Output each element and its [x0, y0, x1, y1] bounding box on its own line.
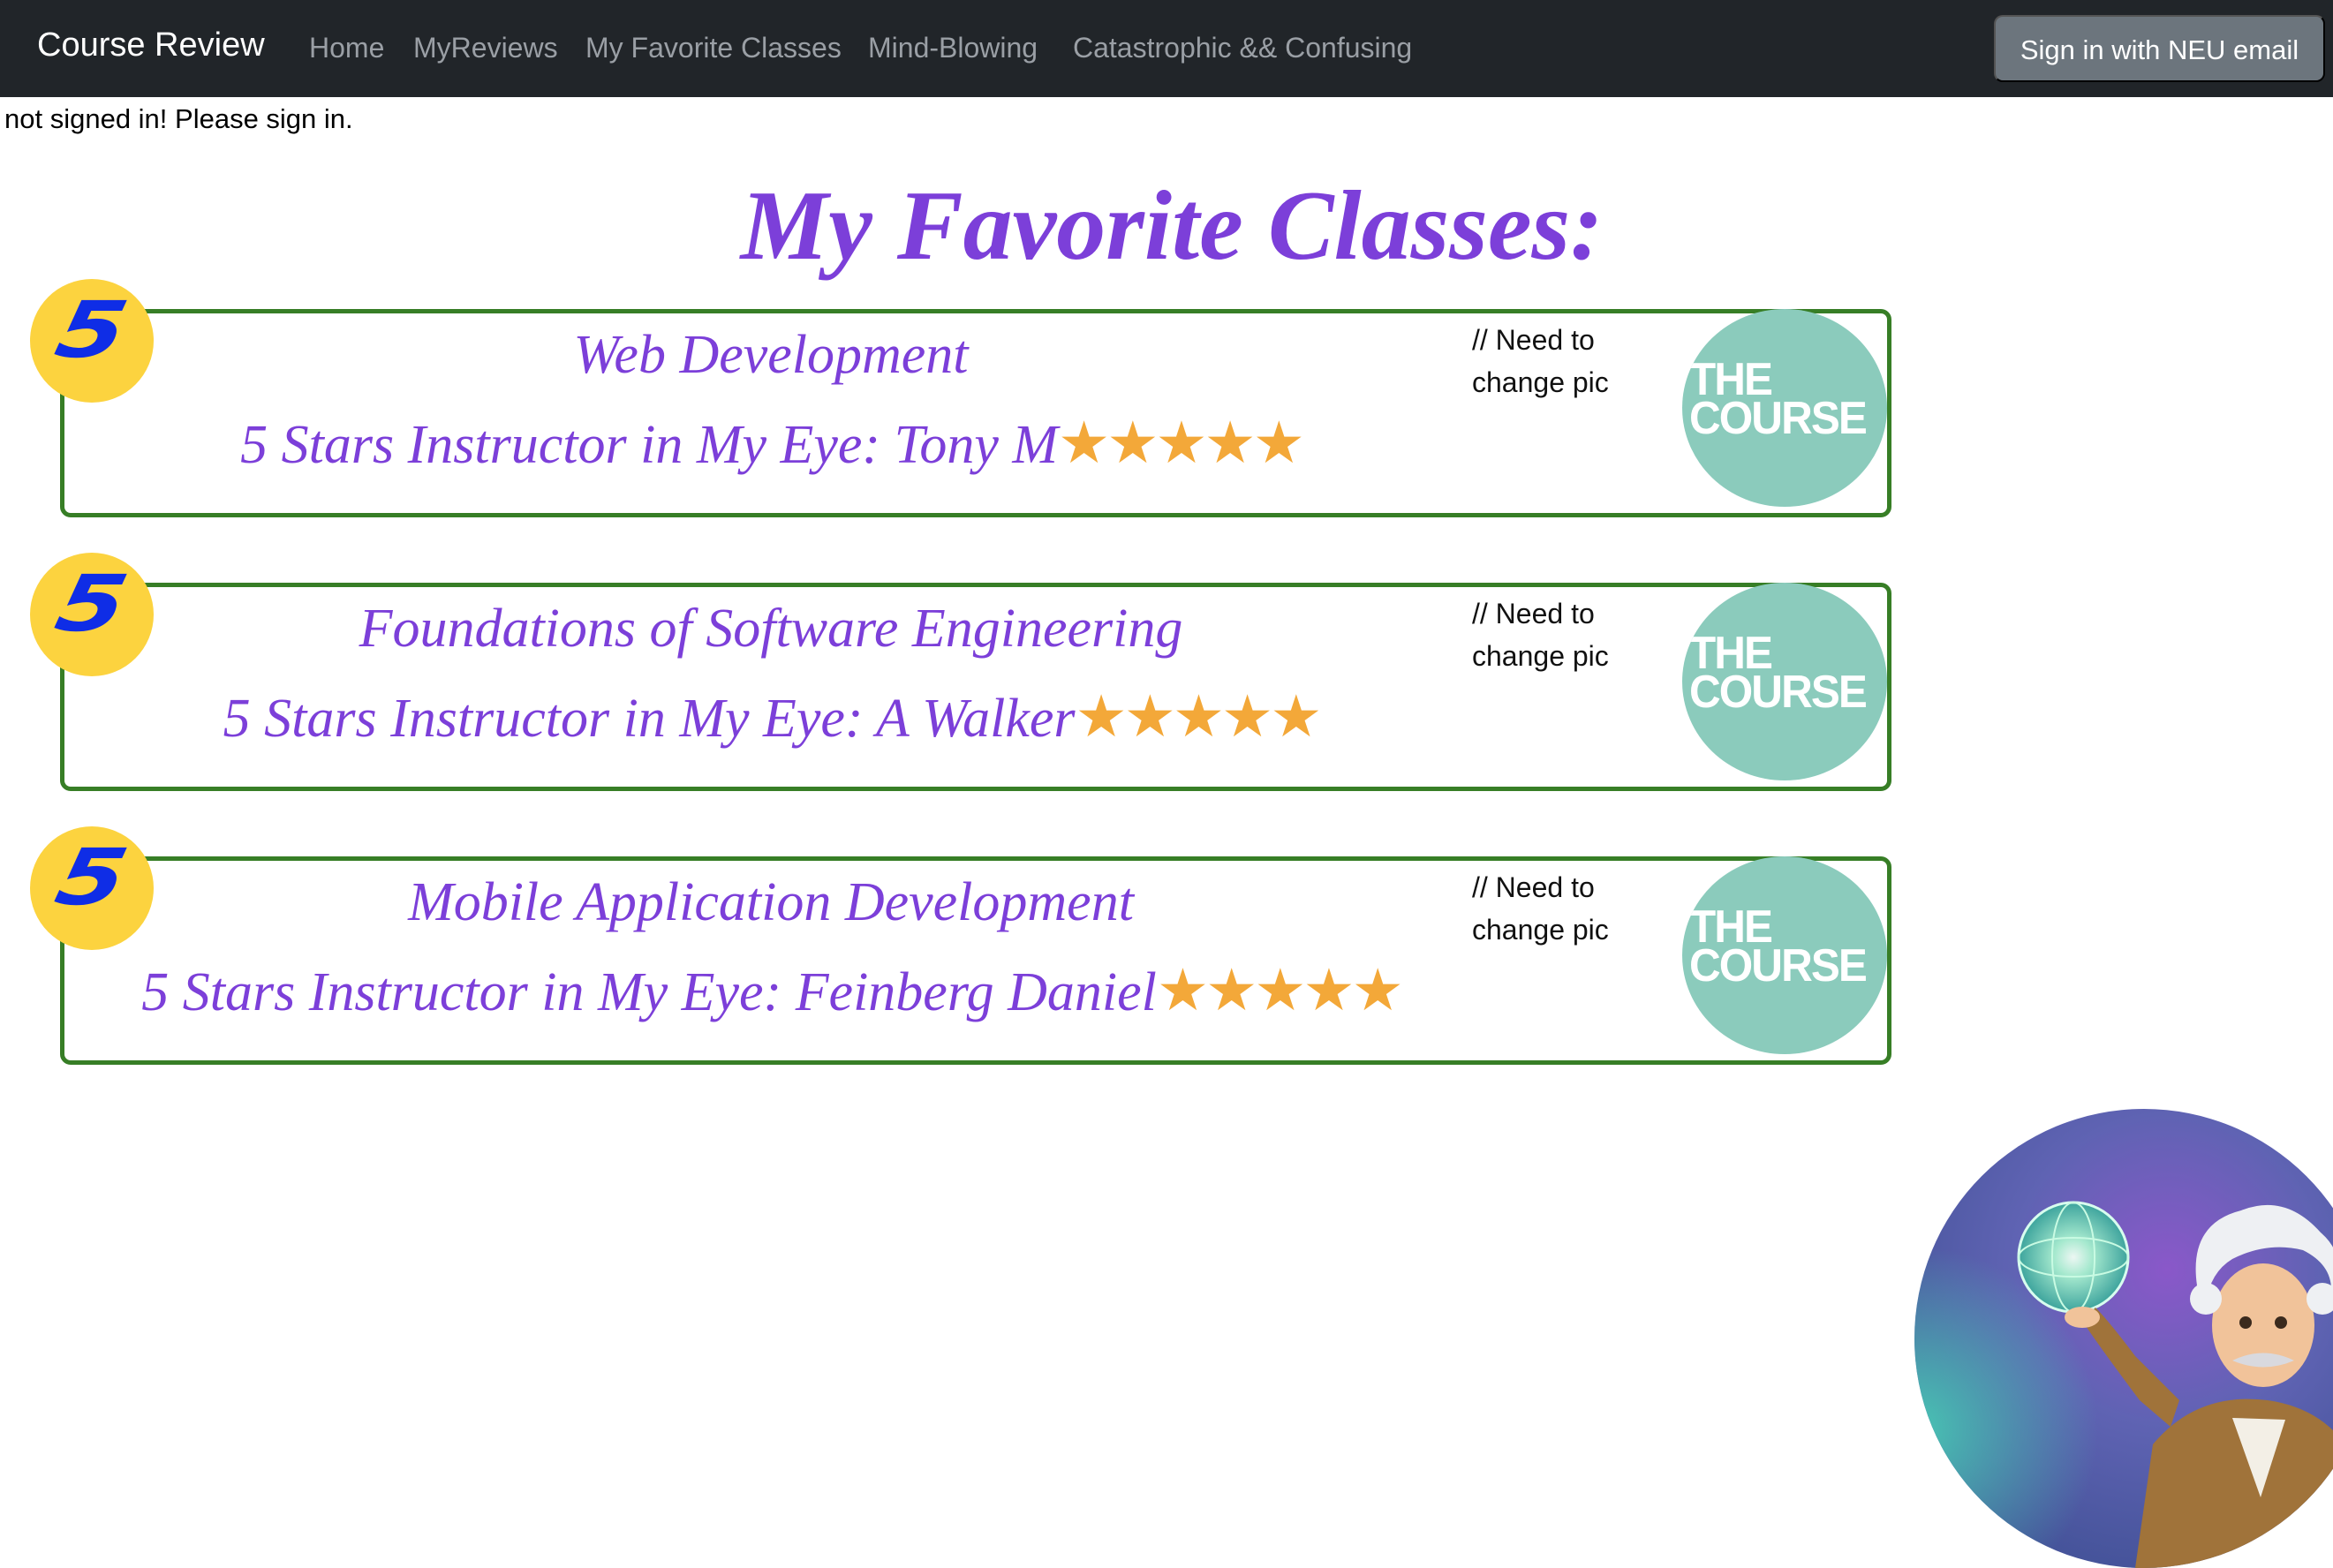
course-title: Web Development: [573, 325, 969, 385]
course-note: // Need to change pic: [1472, 598, 1609, 672]
course-note: // Need to change pic: [1472, 324, 1609, 398]
top-navbar: Course Review Home MyReviews My Favorite…: [0, 0, 2333, 97]
instructor-name: Feinberg Daniel: [795, 962, 1157, 1022]
einstein-mascot-icon: [1914, 1109, 2333, 1568]
rating-badge: 5: [30, 826, 154, 950]
sign-in-status: not signed in! Please sign in.: [4, 103, 353, 134]
brand-link[interactable]: Course Review: [37, 26, 265, 64]
nav-link-myreviews[interactable]: MyReviews: [413, 32, 558, 64]
star-rating-icon: ★★★★★: [1156, 959, 1404, 1023]
course-card[interactable]: Foundations of Software Engineering 5 St…: [60, 583, 1891, 791]
nav-link-home[interactable]: Home: [309, 32, 384, 64]
star-rating-icon: ★★★★★: [1058, 411, 1305, 476]
instructor-name: Tony M: [894, 415, 1059, 475]
instructor-prefix: 5 Stars Instructor in My Eye:: [223, 689, 876, 749]
rating-badge: 5: [30, 553, 154, 676]
course-logo-text: THE COURSE: [1689, 628, 1868, 718]
course-title: Foundations of Software Engineering: [359, 599, 1183, 659]
course-logo: THE COURSE: [1682, 856, 1887, 1054]
rating-badge-value: 5: [48, 558, 136, 649]
rating-badge-value: 5: [48, 832, 136, 923]
course-note: // Need to change pic: [1472, 871, 1609, 946]
course-card[interactable]: Mobile Application Development 5 Stars I…: [60, 856, 1891, 1065]
instructor-prefix: 5 Stars Instructor in My Eye:: [141, 962, 796, 1022]
sign-in-button[interactable]: Sign in with NEU email: [1994, 15, 2325, 82]
instructor-name: A Walker: [875, 689, 1076, 749]
course-logo-text: THE COURSE: [1689, 354, 1868, 444]
star-rating-icon: ★★★★★: [1075, 685, 1323, 750]
rating-badge: 5: [30, 279, 154, 403]
instructor-prefix: 5 Stars Instructor in My Eye:: [240, 415, 895, 475]
instructor-line: 5 Stars Instructor in My Eye: A Walker★★…: [64, 682, 1477, 751]
course-logo: THE COURSE: [1682, 583, 1887, 780]
instructor-line: 5 Stars Instructor in My Eye: Tony M★★★★…: [64, 409, 1477, 478]
rating-badge-value: 5: [48, 284, 136, 375]
mascot-avatar[interactable]: [1914, 1109, 2333, 1568]
nav-link-mind-blowing[interactable]: Mind-Blowing: [868, 32, 1038, 64]
instructor-line: 5 Stars Instructor in My Eye: Feinberg D…: [64, 956, 1477, 1025]
course-title: Mobile Application Development: [408, 872, 1134, 932]
page-title: My Favorite Classes:: [740, 171, 1604, 281]
course-card[interactable]: Web Development 5 Stars Instructor in My…: [60, 309, 1891, 517]
course-logo-text: THE COURSE: [1689, 901, 1868, 991]
nav-link-my-favorite-classes[interactable]: My Favorite Classes: [585, 32, 842, 64]
course-logo: THE COURSE: [1682, 309, 1887, 507]
nav-link-catastrophic-confusing[interactable]: Catastrophic && Confusing: [1073, 32, 1412, 64]
